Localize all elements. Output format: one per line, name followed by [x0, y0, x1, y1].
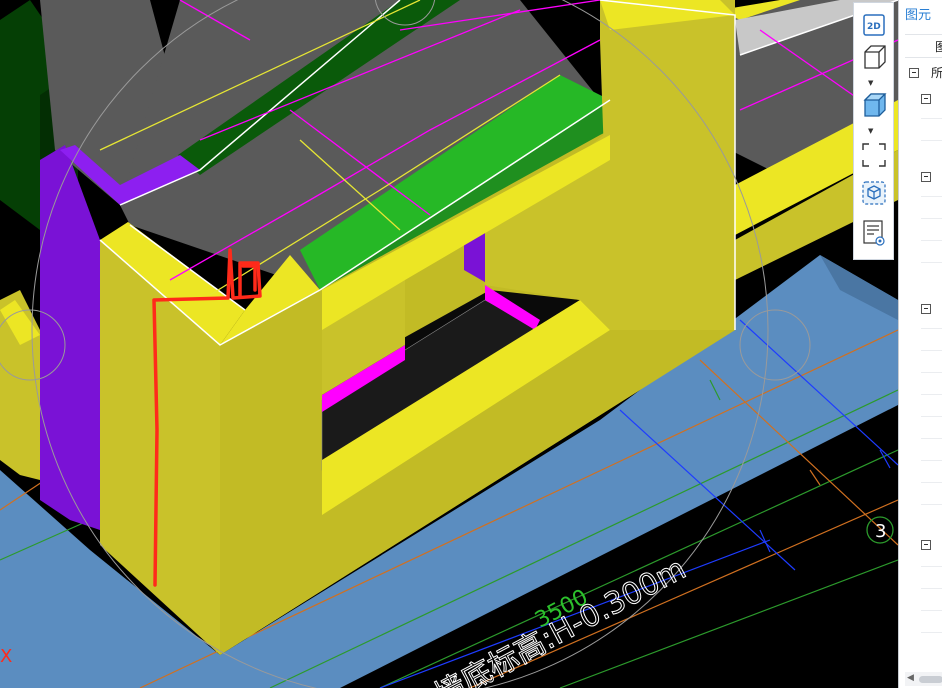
component-view-icon	[862, 181, 886, 205]
row-divider	[921, 118, 942, 119]
row-divider	[921, 328, 942, 329]
row-divider	[921, 504, 942, 505]
row-divider	[921, 438, 942, 439]
panel-column-header: 图	[905, 34, 942, 58]
view-2d-button[interactable]: 2D	[860, 11, 888, 39]
collapse-icon[interactable]	[921, 304, 931, 314]
row-divider	[921, 588, 942, 589]
select-region-button[interactable]	[860, 141, 888, 169]
row-divider	[921, 372, 942, 373]
view-3d-solid-button[interactable]	[860, 91, 888, 119]
panel-tab-elements[interactable]: 图元	[905, 4, 942, 28]
row-divider	[921, 218, 942, 219]
collapse-icon[interactable]	[909, 68, 919, 78]
row-divider	[921, 416, 942, 417]
2d-view-icon: 2D	[863, 14, 885, 36]
row-divider	[921, 610, 942, 611]
display-settings-icon	[863, 220, 885, 246]
wall-right-pier	[600, 0, 735, 330]
x-axis-label: X	[0, 646, 12, 667]
row-divider	[921, 262, 942, 263]
chevron-down-icon[interactable]: ▼	[868, 127, 873, 135]
collapse-icon[interactable]	[921, 540, 931, 550]
row-divider	[921, 240, 942, 241]
tree-group-row[interactable]	[905, 88, 942, 110]
row-divider	[921, 566, 942, 567]
view-toolbar: 2D ▼ ▼	[853, 2, 894, 260]
row-divider	[921, 140, 942, 141]
row-divider	[921, 632, 942, 633]
row-divider	[921, 482, 942, 483]
chevron-down-icon[interactable]: ▼	[868, 79, 873, 87]
scrollbar-thumb[interactable]	[919, 676, 942, 683]
collapse-icon[interactable]	[921, 94, 931, 104]
2d-view-label: 2D	[867, 22, 881, 32]
row-divider	[921, 196, 942, 197]
tree-group-row[interactable]	[905, 166, 942, 188]
tree-group-row[interactable]	[905, 534, 942, 556]
panel-horizontal-scrollbar[interactable]: ◀	[905, 672, 942, 686]
collapse-icon[interactable]	[921, 172, 931, 182]
3d-box-outline-icon	[864, 45, 886, 69]
tree-root-label: 所	[931, 66, 942, 80]
3d-box-solid-icon	[863, 93, 887, 117]
tree-group-row[interactable]	[905, 298, 942, 320]
3d-model-viewport[interactable]: 3 X 3500 墙底标高:H-0.300m	[0, 0, 942, 688]
select-region-icon	[862, 143, 886, 167]
row-divider	[921, 350, 942, 351]
tree-root-row[interactable]: 所	[905, 62, 942, 84]
element-list-panel: 图元 图 所 ◀	[898, 0, 942, 688]
row-divider	[921, 460, 942, 461]
display-settings-button[interactable]	[860, 219, 888, 247]
row-divider	[921, 394, 942, 395]
scroll-left-icon[interactable]: ◀	[907, 673, 914, 683]
component-view-button[interactable]	[860, 179, 888, 207]
axis-label-3: 3	[875, 521, 886, 542]
view-3d-wire-button[interactable]	[860, 43, 888, 71]
